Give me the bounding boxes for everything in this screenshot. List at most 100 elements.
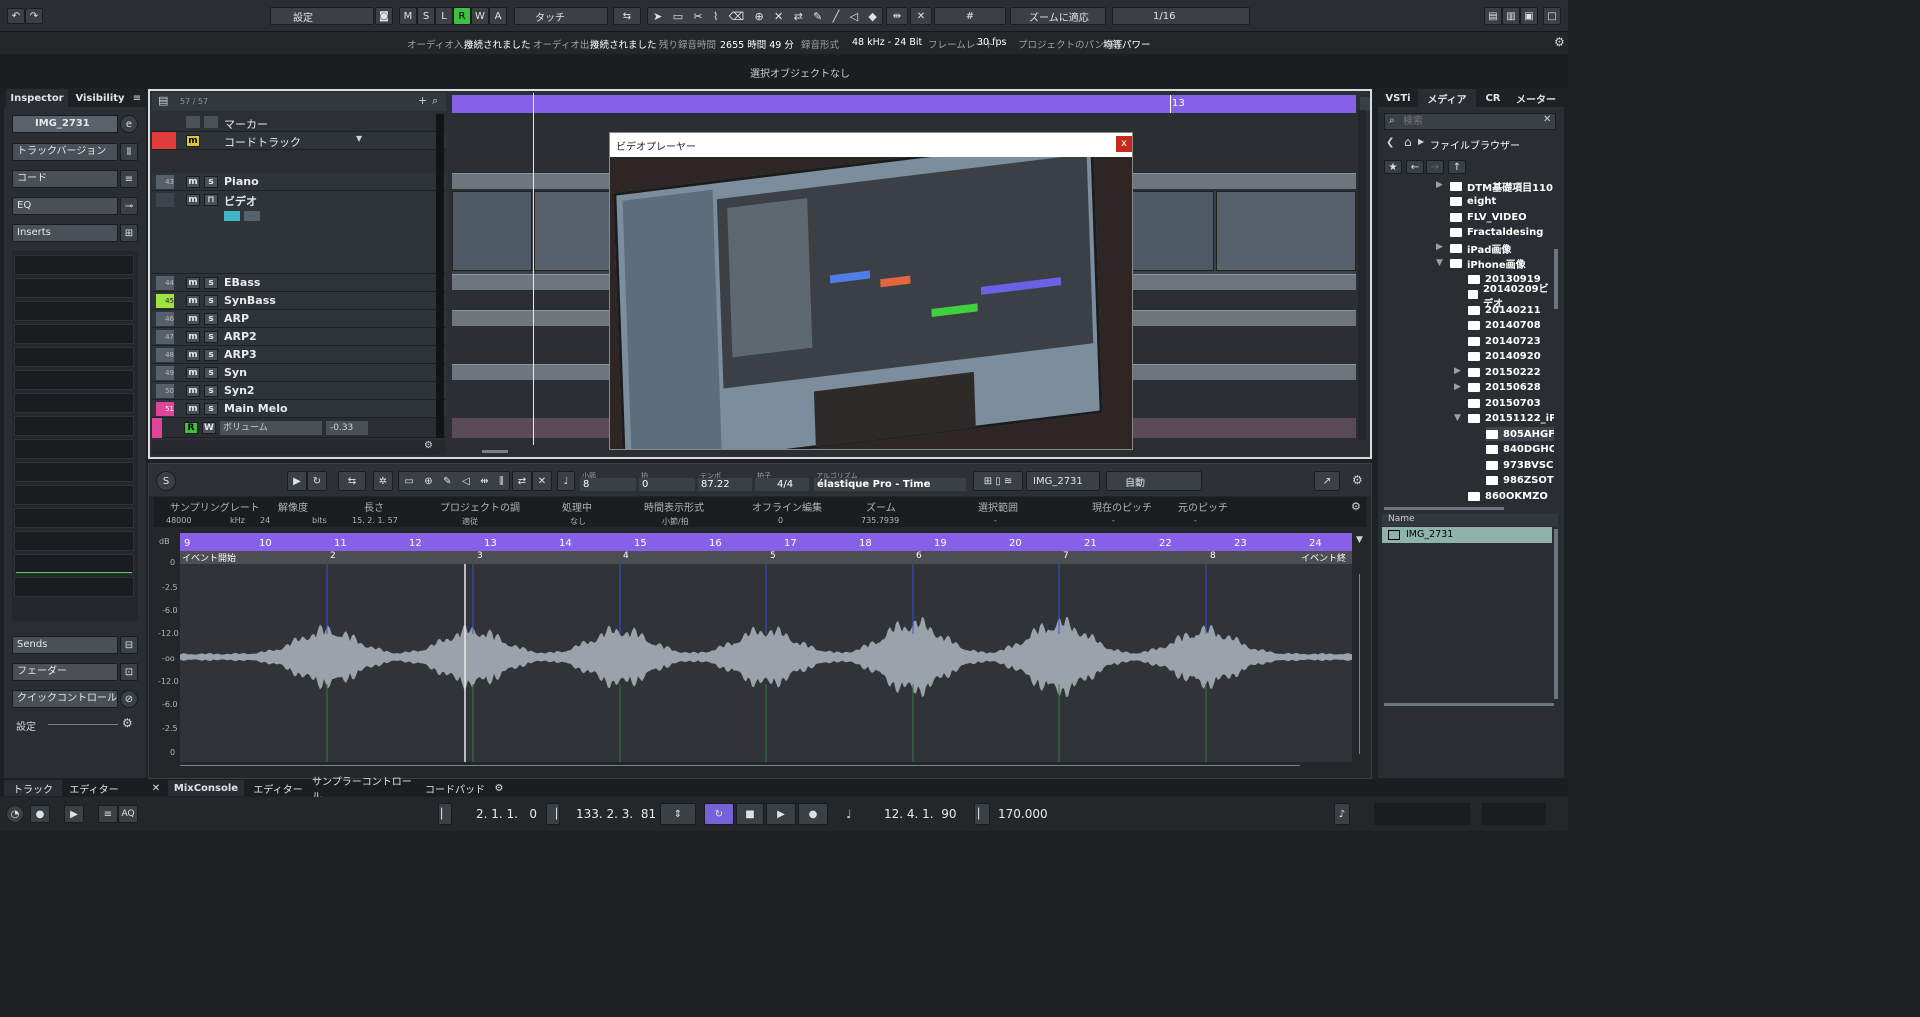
- tab-inspector[interactable]: Inspector: [6, 89, 68, 107]
- volume-param[interactable]: ボリューム: [220, 421, 322, 435]
- chevron-down-icon[interactable]: ▼: [1356, 535, 1363, 545]
- sends-icon[interactable]: ⊟: [120, 636, 138, 654]
- folder-item[interactable]: 20140708: [1468, 319, 1541, 333]
- close-icon[interactable]: ✕: [148, 780, 164, 796]
- note-icon[interactable]: ♩: [557, 471, 575, 491]
- draw-icon[interactable]: ✎: [813, 10, 822, 23]
- scroll-top-icon[interactable]: [1360, 97, 1370, 111]
- read-button[interactable]: R: [184, 422, 198, 434]
- undo-icon[interactable]: ↶: [7, 8, 25, 24]
- video-player-window[interactable]: ビデオプレーヤー x: [609, 132, 1133, 450]
- tab-vsti[interactable]: VSTi: [1380, 89, 1416, 107]
- autoscroll-icon[interactable]: ⇹: [886, 7, 908, 25]
- eq-button[interactable]: EQ: [12, 197, 118, 215]
- tabs-gear-icon[interactable]: ⚙: [492, 780, 506, 796]
- chord-button[interactable]: コード: [12, 170, 118, 188]
- quantize-select[interactable]: 1/16: [1112, 7, 1250, 25]
- range-icon[interactable]: ▭: [404, 476, 413, 487]
- clip-select[interactable]: IMG_2731: [1026, 471, 1100, 491]
- insert-slot[interactable]: [14, 324, 134, 344]
- left-locator-icon[interactable]: ▏: [438, 803, 452, 825]
- info-value[interactable]: -: [994, 516, 997, 525]
- info-value[interactable]: -: [1112, 516, 1115, 525]
- folder-item[interactable]: 805AHGFE: [1486, 427, 1554, 441]
- pointer-icon[interactable]: ➤: [653, 10, 662, 23]
- project-ruler[interactable]: 13: [452, 95, 1356, 113]
- info-value[interactable]: 小節/拍: [662, 516, 689, 527]
- favorite-icon[interactable]: ★: [1384, 160, 1402, 174]
- fader-icon[interactable]: ⊡: [120, 663, 138, 681]
- folder-scroll-thumb[interactable]: [1554, 249, 1558, 309]
- media-search-input[interactable]: [1403, 115, 1533, 128]
- cycle-icon[interactable]: ↻: [704, 803, 734, 825]
- hitpoint-marker[interactable]: 8: [1210, 551, 1216, 561]
- play-icon[interactable]: ▶: [287, 471, 307, 491]
- line-icon[interactable]: ╱: [833, 10, 840, 23]
- versions-icon[interactable]: ⫴: [120, 143, 138, 161]
- tab-media[interactable]: メディア: [1418, 89, 1476, 107]
- close-icon[interactable]: x: [1116, 136, 1132, 152]
- info-value[interactable]: 48000: [166, 516, 191, 525]
- mute-icon[interactable]: ✕: [774, 10, 783, 23]
- grid-type-icon[interactable]: #: [934, 7, 1006, 25]
- info-value[interactable]: 0: [778, 516, 783, 525]
- editor-vscroll[interactable]: [1356, 564, 1364, 760]
- draw-icon[interactable]: ✎: [443, 476, 451, 487]
- quick-control-icon[interactable]: ⊘: [120, 690, 138, 708]
- hitpoint-icon[interactable]: ✲: [373, 471, 393, 491]
- range-icon[interactable]: ▭: [673, 10, 683, 23]
- tab-meter[interactable]: メーター: [1510, 89, 1562, 107]
- solo-button[interactable]: s: [204, 403, 218, 415]
- metronome-icon[interactable]: ♪: [1334, 803, 1350, 825]
- tab-editor[interactable]: エディター: [246, 780, 310, 796]
- nav-forward-icon[interactable]: →: [1426, 160, 1444, 174]
- performance-icon[interactable]: ◔: [6, 805, 24, 823]
- settings-icon[interactable]: ⚙: [424, 440, 433, 451]
- editor-settings-icon[interactable]: ⚙: [1352, 473, 1363, 487]
- snap-icon[interactable]: ✕: [910, 7, 932, 25]
- bar-field[interactable]: 8: [580, 478, 636, 491]
- hitpoint-marker[interactable]: 6: [916, 551, 922, 561]
- track-row-ebass[interactable]: 44 ms EBass: [152, 274, 446, 292]
- right-locator-icon[interactable]: ▕: [546, 803, 560, 825]
- mute-button[interactable]: m: [186, 349, 200, 361]
- signature-field[interactable]: 4/4: [755, 478, 809, 491]
- quick-controls-button[interactable]: クイックコントロール: [12, 690, 118, 708]
- gear-icon[interactable]: ⚙: [1554, 35, 1565, 49]
- clear-icon[interactable]: ✕: [1543, 114, 1551, 125]
- tempo-track-icon[interactable]: ▏: [974, 803, 990, 825]
- info-value[interactable]: 適従: [462, 516, 478, 527]
- insert-slot[interactable]: [14, 577, 134, 597]
- play-transport-icon[interactable]: ▶: [766, 803, 796, 825]
- info-value[interactable]: -: [1194, 516, 1197, 525]
- menu-icon[interactable]: ≡: [130, 89, 144, 107]
- folder-item[interactable]: DTM基礎項目110: [1450, 179, 1553, 194]
- settings-slider[interactable]: [48, 724, 118, 725]
- folder-item[interactable]: 20150628: [1468, 381, 1541, 395]
- snap-mode-icon[interactable]: ⇆: [613, 7, 641, 25]
- layout-right-icon[interactable]: ▣: [1520, 7, 1538, 25]
- track-row-arp2[interactable]: 47 ms ARP2: [152, 328, 446, 346]
- settings-gear-icon[interactable]: ⚙: [122, 716, 133, 730]
- stop-icon[interactable]: ■: [736, 803, 764, 825]
- insert-slot[interactable]: [14, 347, 134, 367]
- snap-icon[interactable]: ⇆: [338, 471, 366, 491]
- folder-item[interactable]: FLV_VIDEO: [1450, 210, 1527, 224]
- zoom-icon[interactable]: ⊕: [755, 10, 764, 23]
- insert-slot[interactable]: [14, 255, 134, 275]
- layout-left-icon[interactable]: ▤: [1484, 7, 1502, 25]
- mode-w-button[interactable]: W: [471, 7, 489, 25]
- eq-icon[interactable]: ⊸: [120, 197, 138, 215]
- tempo-field[interactable]: 87.22: [698, 478, 752, 491]
- expand-icon[interactable]: ▶: [1454, 366, 1461, 376]
- mode-l-button[interactable]: L: [435, 7, 453, 25]
- folder-item[interactable]: 986ZSOTP: [1486, 474, 1554, 488]
- solo-button[interactable]: s: [204, 277, 218, 289]
- track-row-main-melo[interactable]: 51 ms Main Melo: [152, 400, 446, 418]
- expand-icon[interactable]: ↗: [1314, 471, 1340, 491]
- folder-item[interactable]: iPad画像: [1450, 241, 1511, 256]
- inserts-icon[interactable]: ⊞: [120, 224, 138, 242]
- erase-icon[interactable]: ⌫: [729, 10, 745, 23]
- project-vscroll[interactable]: [1358, 110, 1366, 440]
- split-icon[interactable]: ✂: [693, 10, 702, 23]
